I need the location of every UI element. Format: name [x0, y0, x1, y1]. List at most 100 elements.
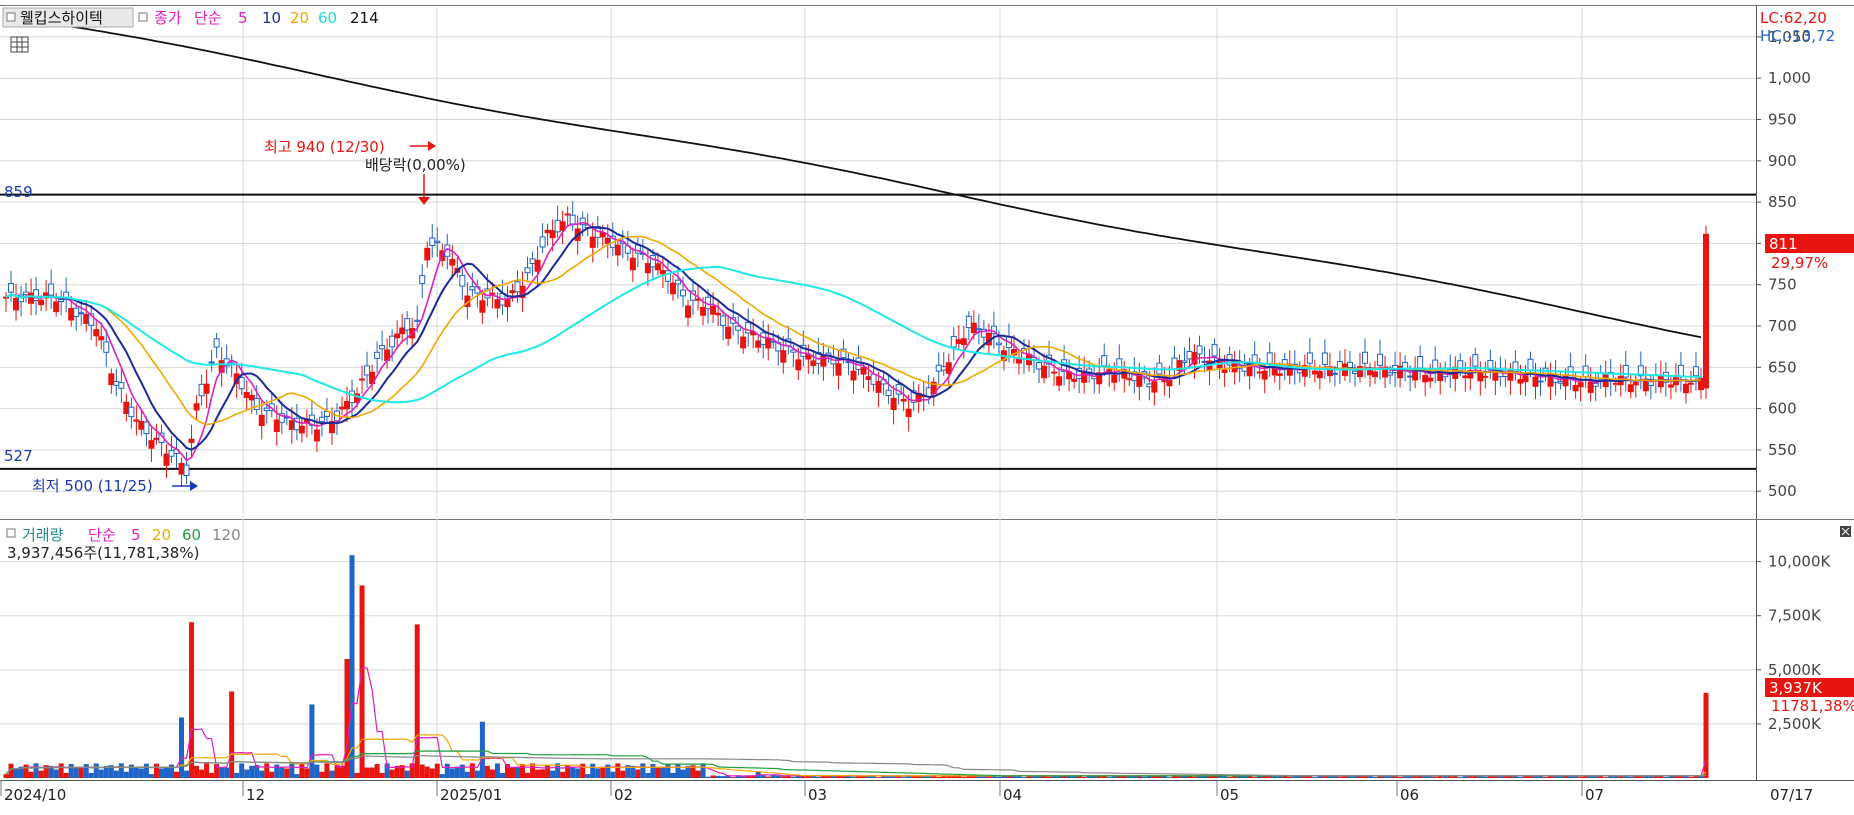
volume-bar: [645, 772, 651, 778]
volume-bar: [765, 776, 771, 778]
candle-body: [554, 219, 561, 233]
candle-body: [975, 328, 982, 331]
candle-body: [1512, 361, 1519, 374]
volume-tick-label: 2,500K: [1768, 715, 1822, 733]
volume-bar: [1507, 776, 1513, 778]
high-annotation: 최고 940 (12/30): [264, 138, 385, 156]
volume-bar: [655, 767, 661, 778]
volume-bar: [314, 764, 320, 778]
candle-body: [258, 414, 265, 427]
volume-bar: [1262, 776, 1268, 778]
volume-bar: [158, 768, 164, 778]
candle-body: [1116, 358, 1123, 371]
volume-bar: [464, 771, 470, 778]
candle-body: [524, 267, 531, 274]
panel-close-icon[interactable]: [1840, 526, 1851, 537]
candle-body: [424, 247, 431, 261]
candle-body: [1351, 370, 1358, 374]
volume-bar: [449, 768, 455, 778]
volume-bar: [199, 769, 205, 778]
volume-bar: [234, 772, 240, 778]
volume-bar: [550, 770, 556, 778]
candle-body: [248, 394, 255, 401]
candle-body: [654, 263, 661, 271]
candle-body: [549, 230, 556, 239]
volume-bar: [58, 763, 64, 778]
candle-body: [885, 389, 892, 396]
candle-body: [198, 383, 205, 397]
candle-body: [1462, 375, 1469, 379]
volume-bar: [540, 769, 546, 778]
candle-body: [123, 401, 130, 415]
volume-bar: [1131, 776, 1137, 778]
candle-body: [73, 307, 80, 317]
stock-name[interactable]: 웰킵스하이텍: [20, 9, 103, 27]
candle-body: [1532, 376, 1539, 387]
volume-bar: [289, 763, 295, 778]
candle-body: [1517, 379, 1524, 384]
volume-bar: [1543, 776, 1549, 778]
candle-body: [399, 327, 406, 335]
candle-body: [53, 301, 60, 313]
vol-ma20-label: 20: [152, 526, 171, 544]
price-tick-label: 900: [1768, 152, 1797, 170]
candle-body: [1632, 382, 1639, 386]
candle-body: [795, 359, 802, 371]
volume-bar: [264, 763, 270, 778]
ma5-label: 5: [238, 9, 248, 27]
chart-background: [0, 0, 1854, 810]
current-pct-tag: 11781,38%: [1771, 697, 1854, 715]
candle-body: [113, 381, 120, 386]
candle-body: [755, 340, 762, 348]
volume-tick-label: 7,500K: [1768, 607, 1822, 625]
candle-body: [1667, 384, 1674, 388]
candle-body: [905, 408, 912, 418]
volume-bar: [189, 622, 195, 778]
dividend-annotation: 배당락(0,00%): [365, 156, 466, 174]
candle-body: [780, 350, 787, 363]
volume-bar: [369, 767, 375, 778]
candle-body: [1703, 233, 1709, 389]
candle-body: [1587, 381, 1594, 393]
volume-bar: [349, 555, 355, 778]
price-tick-label: 650: [1768, 358, 1797, 376]
volume-bar: [28, 771, 34, 778]
x-tick-label: 12: [246, 786, 265, 804]
candle-body: [564, 213, 571, 216]
candle-body: [1527, 358, 1534, 372]
volume-bar: [93, 763, 99, 778]
candle-body: [955, 339, 962, 344]
vol-ma60-label: 60: [182, 526, 201, 544]
volume-bar: [194, 765, 200, 778]
volume-bar: [354, 772, 360, 778]
volume-bar: [304, 768, 310, 778]
chart-svg[interactable]: 1,0501,000950900850800750700650600550500…: [0, 0, 1854, 810]
volume-bar: [143, 763, 149, 778]
low-annotation: 최저 500 (11/25): [32, 477, 153, 495]
candle-body: [28, 292, 35, 304]
table-icon[interactable]: [10, 36, 29, 53]
volume-bar: [585, 774, 591, 778]
candle-body: [950, 335, 957, 348]
current-price-tag: 811: [1769, 235, 1798, 253]
x-tick-label: 05: [1220, 786, 1239, 804]
candle-body: [1181, 360, 1188, 364]
volume-bar: [1362, 776, 1368, 778]
volume-bar: [38, 770, 44, 778]
candle-body: [539, 236, 546, 248]
volume-bar: [229, 691, 235, 778]
legend-square-icon: [6, 528, 16, 538]
volume-ma-type: 단순: [88, 526, 116, 544]
candle-body: [489, 292, 496, 295]
candle-body: [1417, 356, 1424, 369]
candle-body: [138, 421, 145, 430]
candle-body: [965, 315, 972, 329]
volume-bar: [1252, 776, 1258, 778]
candle-body: [1592, 382, 1599, 387]
volume-bar: [239, 763, 245, 778]
candle-body: [459, 274, 466, 287]
volume-bar: [1578, 776, 1584, 778]
candle-body: [318, 416, 325, 423]
current-change-tag: 29,97%: [1771, 254, 1828, 272]
volume-bar: [389, 769, 395, 778]
